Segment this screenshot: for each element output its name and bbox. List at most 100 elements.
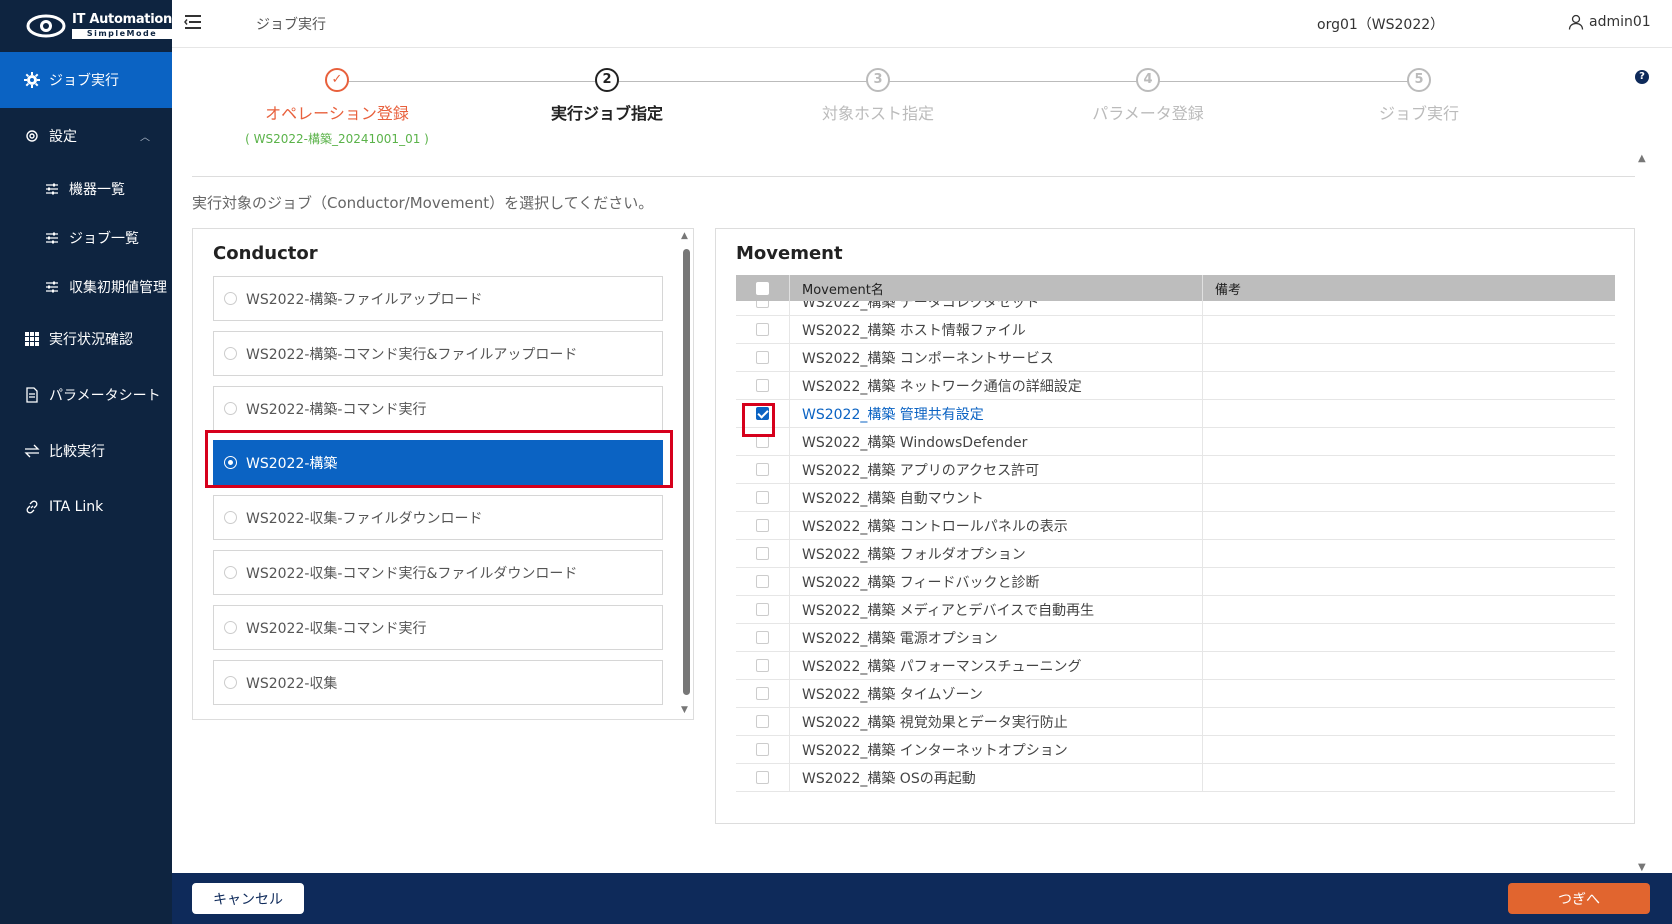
column-header-note[interactable]: 備考 bbox=[1203, 275, 1615, 301]
step-label: 対象ホスト指定 bbox=[821, 104, 934, 123]
table-row[interactable]: WS2022_構築 OSの再起動 bbox=[736, 764, 1615, 792]
conductor-option[interactable]: WS2022-構築-ファイルアップロード bbox=[213, 276, 663, 321]
row-checkbox[interactable] bbox=[756, 323, 769, 336]
sidebar-item-label: ITA Link bbox=[49, 499, 104, 515]
table-row[interactable]: WS2022_構築 視覚効果とデータ実行防止 bbox=[736, 708, 1615, 736]
row-checkbox[interactable] bbox=[756, 715, 769, 728]
movement-note bbox=[1203, 624, 1615, 651]
sidebar-item-job-list[interactable]: ジョブ一覧 bbox=[0, 213, 172, 262]
sidebar-item-ita-link[interactable]: ITA Link bbox=[0, 479, 172, 535]
column-header-name[interactable]: Movement名 bbox=[790, 275, 1203, 301]
sidebar-item-label: パラメータシート bbox=[49, 388, 161, 404]
table-row[interactable]: WS2022_構築 フィードバックと診断 bbox=[736, 568, 1615, 596]
conductor-option[interactable]: WS2022-収集-コマンド実行&ファイルダウンロード bbox=[213, 550, 663, 595]
table-body[interactable]: WS2022_構築 データコレクタセット WS2022_構築 ホスト情報ファイル… bbox=[736, 301, 1615, 799]
movement-name: WS2022_構築 パフォーマンスチューニング bbox=[790, 652, 1203, 679]
conductor-option[interactable]: WS2022-収集 bbox=[213, 660, 663, 705]
app-logo[interactable]: IT Automation SimpleMode bbox=[0, 0, 172, 52]
row-checkbox[interactable] bbox=[756, 491, 769, 504]
table-row[interactable]: WS2022_構築 アプリのアクセス許可 bbox=[736, 456, 1615, 484]
row-checkbox[interactable] bbox=[756, 301, 769, 308]
movement-name: WS2022_構築 OSの再起動 bbox=[790, 764, 1203, 791]
row-checkbox[interactable] bbox=[756, 743, 769, 756]
sidebar-item-label: ジョブ実行 bbox=[49, 73, 119, 89]
row-checkbox[interactable] bbox=[756, 435, 769, 448]
menu-toggle-icon[interactable] bbox=[184, 14, 202, 30]
sidebar-item-compare[interactable]: 比較実行 bbox=[0, 423, 172, 479]
sidebar-item-parameter-sheet[interactable]: パラメータシート bbox=[0, 367, 172, 423]
conductor-scrollbar[interactable]: ▲ ▼ bbox=[680, 231, 692, 719]
table-row[interactable]: WS2022_構築 データコレクタセット bbox=[736, 301, 1615, 316]
row-checkbox[interactable] bbox=[756, 519, 769, 532]
step-job-selection: 2 実行ジョブ指定 bbox=[477, 68, 737, 124]
conductor-option[interactable]: WS2022-収集-コマンド実行 bbox=[213, 605, 663, 650]
row-checkbox[interactable] bbox=[756, 659, 769, 672]
select-all-checkbox[interactable] bbox=[756, 281, 769, 295]
wizard-stepper: ✓ オペレーション登録 ( WS2022-構築_20241001_01 ) 2 … bbox=[205, 68, 1555, 148]
conductor-option[interactable]: WS2022-構築-コマンド実行&ファイルアップロード bbox=[213, 331, 663, 376]
movement-name: WS2022_構築 メディアとデバイスで自動再生 bbox=[790, 596, 1203, 623]
radio-icon bbox=[224, 292, 237, 305]
top-header: ジョブ実行 org01（WS2022） admin01 bbox=[172, 0, 1672, 48]
table-row[interactable]: WS2022_構築 メディアとデバイスで自動再生 bbox=[736, 596, 1615, 624]
movement-note bbox=[1203, 316, 1615, 343]
table-row[interactable]: WS2022_構築 タイムゾーン bbox=[736, 680, 1615, 708]
sidebar-item-collection-defaults[interactable]: 収集初期値管理 bbox=[0, 262, 172, 311]
scroll-up-icon[interactable]: ▲ bbox=[1638, 153, 1646, 164]
radio-icon bbox=[224, 566, 237, 579]
row-checkbox[interactable] bbox=[756, 687, 769, 700]
scroll-down-icon[interactable]: ▼ bbox=[1638, 862, 1646, 873]
row-checkbox-checked[interactable] bbox=[756, 407, 769, 420]
table-row-checked[interactable]: WS2022_構築 管理共有設定 bbox=[736, 400, 1615, 428]
table-row[interactable]: WS2022_構築 コントロールパネルの表示 bbox=[736, 512, 1615, 540]
row-checkbox[interactable] bbox=[756, 631, 769, 644]
movement-note bbox=[1203, 456, 1615, 483]
step-operation-registration[interactable]: ✓ オペレーション登録 ( WS2022-構築_20241001_01 ) bbox=[207, 68, 467, 147]
conductor-option-selected[interactable]: WS2022-構築 bbox=[213, 440, 663, 485]
footer-bar: キャンセル つぎへ bbox=[172, 873, 1672, 924]
row-checkbox[interactable] bbox=[756, 603, 769, 616]
row-checkbox[interactable] bbox=[756, 575, 769, 588]
step-label: 実行ジョブ指定 bbox=[550, 104, 663, 123]
table-row[interactable]: WS2022_構築 パフォーマンスチューニング bbox=[736, 652, 1615, 680]
conductor-option-label: WS2022-構築-コマンド実行 bbox=[246, 401, 427, 418]
conductor-option[interactable]: WS2022-構築-コマンド実行 bbox=[213, 386, 663, 431]
user-name: admin01 bbox=[1589, 14, 1651, 30]
movement-name: WS2022_構築 ホスト情報ファイル bbox=[790, 316, 1203, 343]
movement-note bbox=[1203, 764, 1615, 791]
scroll-up-icon[interactable]: ▲ bbox=[681, 231, 688, 241]
scroll-down-icon[interactable]: ▼ bbox=[681, 705, 688, 715]
movement-name: WS2022_構築 視覚効果とデータ実行防止 bbox=[790, 708, 1203, 735]
row-checkbox[interactable] bbox=[756, 351, 769, 364]
conductor-option[interactable]: WS2022-収集-ファイルダウンロード bbox=[213, 495, 663, 540]
help-icon[interactable]: ? bbox=[1635, 70, 1649, 84]
table-row[interactable]: WS2022_構築 自動マウント bbox=[736, 484, 1615, 512]
row-checkbox[interactable] bbox=[756, 771, 769, 784]
conductor-option-label: WS2022-収集 bbox=[246, 675, 338, 692]
table-row[interactable]: WS2022_構築 フォルダオプション bbox=[736, 540, 1615, 568]
step-number: 3 bbox=[866, 68, 890, 92]
sidebar-item-job-execution[interactable]: ジョブ実行 bbox=[0, 52, 172, 108]
movement-note bbox=[1203, 484, 1615, 511]
user-menu[interactable]: admin01 bbox=[1568, 14, 1651, 30]
table-row[interactable]: WS2022_構築 WindowsDefender bbox=[736, 428, 1615, 456]
row-checkbox[interactable] bbox=[756, 379, 769, 392]
sidebar-item-settings[interactable]: 設定 ︿ bbox=[0, 108, 172, 164]
sidebar-item-label: 設定 bbox=[49, 129, 77, 145]
row-checkbox[interactable] bbox=[756, 547, 769, 560]
table-row[interactable]: WS2022_構築 ネットワーク通信の詳細設定 bbox=[736, 372, 1615, 400]
row-checkbox[interactable] bbox=[756, 463, 769, 476]
table-row[interactable]: WS2022_構築 コンポーネントサービス bbox=[736, 344, 1615, 372]
table-row[interactable]: WS2022_構築 インターネットオプション bbox=[736, 736, 1615, 764]
next-button[interactable]: つぎへ bbox=[1508, 883, 1650, 914]
sidebar: IT Automation SimpleMode ジョブ実行 設定 ︿ 機器一覧… bbox=[0, 0, 172, 924]
sidebar-item-execution-status[interactable]: 実行状況確認 bbox=[0, 311, 172, 367]
table-row[interactable]: WS2022_構築 ホスト情報ファイル bbox=[736, 316, 1615, 344]
cancel-button[interactable]: キャンセル bbox=[192, 883, 304, 914]
step-job-execution: 5 ジョブ実行 bbox=[1289, 68, 1549, 124]
scrollbar-thumb[interactable] bbox=[683, 249, 690, 695]
document-icon bbox=[24, 387, 40, 403]
sidebar-item-device-list[interactable]: 機器一覧 bbox=[0, 164, 172, 213]
table-row[interactable]: WS2022_構築 電源オプション bbox=[736, 624, 1615, 652]
movement-note bbox=[1203, 736, 1615, 763]
